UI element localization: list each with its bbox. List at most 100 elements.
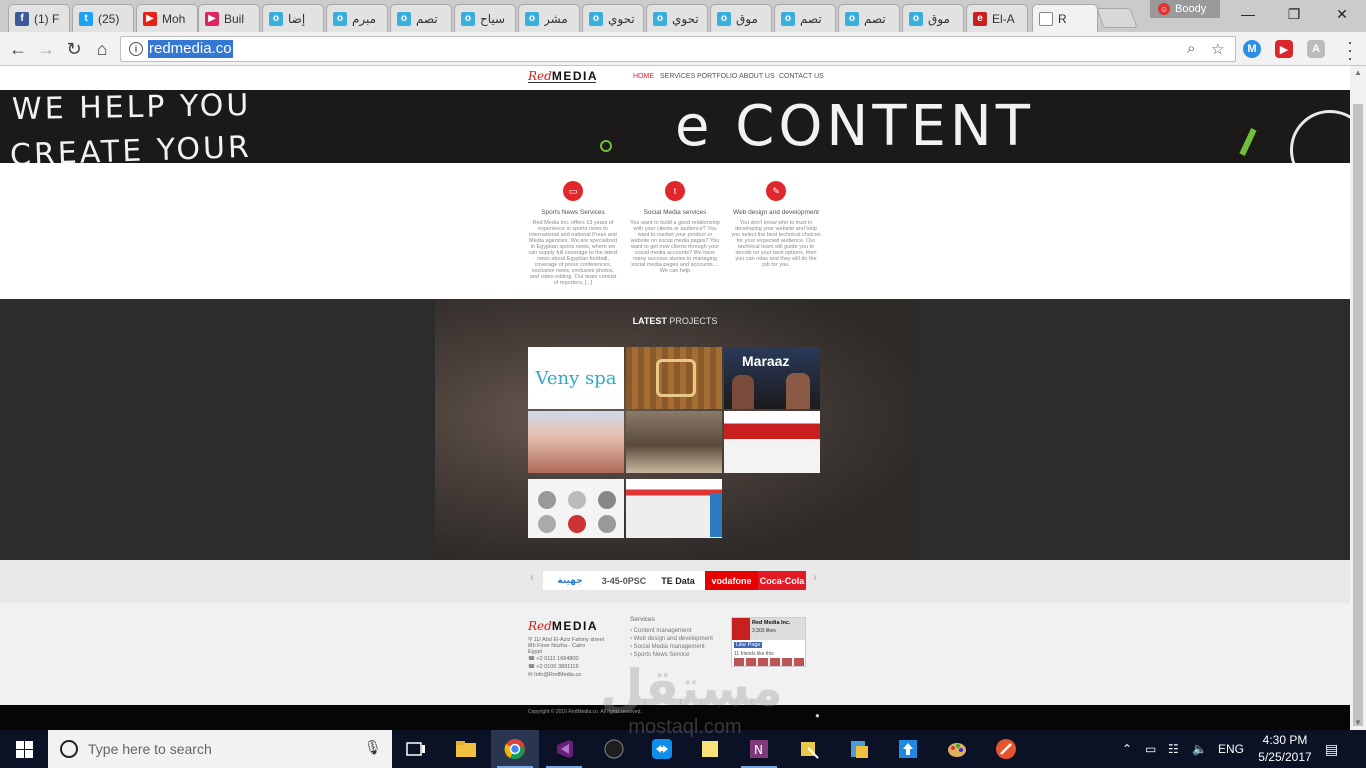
browser-tab[interactable]: e El-A	[966, 4, 1028, 32]
browser-tab[interactable]: ▶ Buil	[198, 4, 260, 32]
clock-time: 4:30 PM	[1262, 733, 1308, 747]
page-scrollbar[interactable]: ▲ ▼	[1350, 66, 1366, 730]
new-tab-button[interactable]	[1096, 8, 1138, 28]
taskbar-clock[interactable]: 4:30 PM 5/25/2017	[1255, 732, 1315, 766]
paint-app-icon[interactable]	[933, 730, 981, 768]
browser-tab[interactable]: f (1) F	[8, 4, 70, 32]
taskbar-search[interactable]: Type here to search 🎙	[48, 730, 392, 768]
bookmark-star-icon[interactable]: ☆	[1211, 40, 1224, 58]
chrome-taskbar-icon[interactable]	[491, 730, 539, 768]
fb-like-button[interactable]: Like Page	[734, 642, 763, 648]
browser-tab[interactable]: o تحوي	[582, 4, 644, 32]
browser-tab[interactable]: R	[1032, 4, 1098, 32]
maximize-button[interactable]: ❐	[1274, 2, 1314, 26]
project-thumb-maraaz[interactable]: Maraaz	[724, 347, 820, 409]
media-app-icon[interactable]	[590, 730, 638, 768]
project-thumb-pattern[interactable]	[626, 347, 722, 409]
back-arrow-icon[interactable]: ←	[6, 37, 30, 61]
browser-tab[interactable]: o مشر	[518, 4, 580, 32]
project-thumb-crowd[interactable]	[528, 411, 624, 473]
scroll-top-icon[interactable]: ●	[815, 711, 820, 720]
extension-a-icon[interactable]: A	[1307, 40, 1325, 58]
svg-text:N: N	[754, 743, 763, 757]
tab-title: (1) F	[34, 11, 60, 26]
email-link[interactable]: Info@RedMedia.co	[534, 672, 581, 678]
task-view-icon[interactable]	[392, 730, 440, 768]
nav-contact-us[interactable]: CONTACT US	[779, 73, 824, 80]
browser-tab[interactable]: o موق	[710, 4, 772, 32]
nav-services[interactable]: SERVICES	[660, 73, 695, 80]
upload-app-icon[interactable]	[884, 730, 932, 768]
footer-email[interactable]: ✉ Info@RedMedia.co	[528, 672, 620, 678]
tray-chevron-icon[interactable]: ⌃	[1122, 730, 1132, 768]
address-bar[interactable]: i redmedia.co ⌕ ☆	[120, 36, 1236, 62]
phone-text: +2 0100 3891119	[536, 664, 579, 670]
nav-home[interactable]: HOME	[633, 73, 654, 80]
database-app-icon[interactable]	[835, 730, 883, 768]
address-url[interactable]: redmedia.co	[148, 40, 233, 58]
microphone-icon[interactable]: 🎙	[364, 739, 382, 756]
extension-m-icon[interactable]: M	[1243, 40, 1261, 58]
browser-tab[interactable]: o تحوي	[646, 4, 708, 32]
scroll-up-icon[interactable]: ▲	[1354, 68, 1362, 77]
browser-tab[interactable]: o تصم	[390, 4, 452, 32]
extension-video-icon[interactable]: ▶	[1275, 40, 1293, 58]
nav-portfolio[interactable]: PORTFOLIO	[697, 73, 737, 80]
browser-tab[interactable]: o إضا	[262, 4, 324, 32]
project-thumb-veny-spa[interactable]: Veny spa	[528, 347, 624, 409]
sticky-notes-icon[interactable]	[686, 730, 734, 768]
footer-service-link[interactable]: › Content management	[630, 628, 691, 634]
battery-icon[interactable]: ▭	[1145, 730, 1156, 768]
action-center-icon[interactable]: ▤	[1325, 730, 1338, 768]
project-thumb-badges[interactable]	[528, 479, 624, 538]
carousel-prev-icon[interactable]: ‹	[530, 570, 534, 584]
visual-studio-icon[interactable]	[540, 730, 588, 768]
close-window-button[interactable]: ✕	[1322, 2, 1362, 26]
volume-icon[interactable]: 🔈	[1192, 730, 1207, 768]
start-button[interactable]	[0, 730, 48, 768]
project-thumb-building[interactable]	[626, 411, 722, 473]
youtube-icon: ▶	[143, 11, 157, 26]
scroll-thumb[interactable]	[1353, 104, 1363, 726]
onenote-icon[interactable]: N	[735, 730, 783, 768]
carousel-next-icon[interactable]: ›	[813, 570, 817, 584]
scroll-down-icon[interactable]: ▼	[1354, 718, 1362, 727]
browser-tab[interactable]: t (25)	[72, 4, 134, 32]
nav-about-us[interactable]: ABOUT US	[739, 73, 775, 80]
info-icon[interactable]: i	[129, 42, 143, 56]
site-logo[interactable]: RedMEDIA	[528, 69, 598, 83]
forward-arrow-icon[interactable]: →	[34, 37, 58, 61]
profile-button[interactable]: ☺ Boody	[1150, 0, 1220, 18]
browser-menu-icon[interactable]: · · ·	[1342, 33, 1358, 67]
tools-app-icon[interactable]	[785, 730, 833, 768]
client-logo-3: 3-45-0PSC	[597, 571, 651, 590]
browser-tab[interactable]: o مبرم	[326, 4, 388, 32]
zoom-icon[interactable]: ⌕	[1187, 40, 1195, 57]
client-logo-tedata: TE Data	[651, 571, 705, 590]
tab-title: تصم	[864, 11, 886, 26]
browser-tab[interactable]: o موق	[902, 4, 964, 32]
project-thumb-news-site[interactable]	[724, 411, 820, 473]
browser-tab[interactable]: o تصم	[838, 4, 900, 32]
teamviewer-icon[interactable]	[638, 730, 686, 768]
badge-shape	[598, 491, 616, 509]
footer-service-link[interactable]: › Web design and development	[630, 636, 713, 642]
project-thumb-web-portal[interactable]	[626, 479, 722, 538]
network-icon[interactable]: ☷	[1168, 730, 1179, 768]
browser-tab[interactable]: o سياح	[454, 4, 516, 32]
footer-logo[interactable]: RedMEDIA	[528, 619, 598, 633]
tool-app-icon[interactable]	[982, 730, 1030, 768]
site-icon: o	[909, 11, 923, 26]
file-explorer-icon[interactable]	[442, 730, 490, 768]
home-icon[interactable]: ⌂	[90, 37, 114, 61]
reload-icon[interactable]: ↻	[62, 37, 86, 61]
footer-service-link[interactable]: › Social Media management	[630, 644, 705, 650]
facebook-page-widget[interactable]: Red Media Inc. 3,303 likes Like Page 11 …	[731, 617, 806, 667]
service-title: Social Media services	[643, 209, 707, 216]
minimize-button[interactable]: —	[1228, 2, 1268, 26]
browser-tab[interactable]: o تصم	[774, 4, 836, 32]
tab-title: مبرم	[352, 11, 377, 26]
language-indicator[interactable]: ENG	[1218, 730, 1244, 768]
browser-tab[interactable]: ▶ Moh	[136, 4, 198, 32]
footer-service-link[interactable]: › Sports News Service	[630, 652, 689, 658]
